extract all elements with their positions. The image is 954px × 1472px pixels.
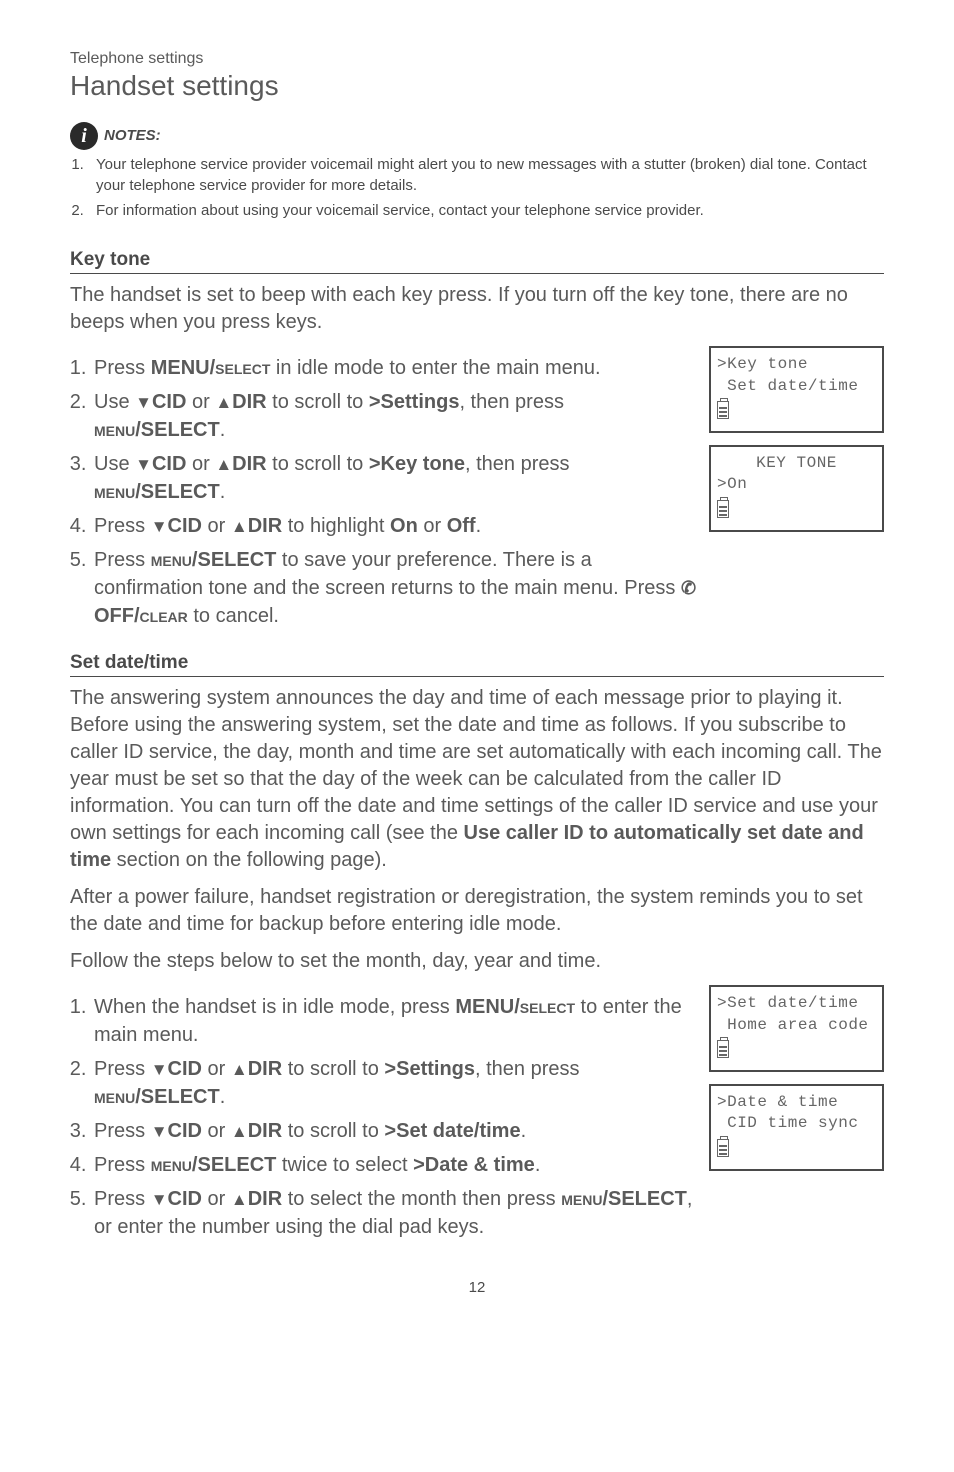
lcd-line: >On	[717, 474, 876, 496]
set-date-para1: The answering system announces the day a…	[70, 685, 884, 874]
step: Use CID or DIR to scroll to >Key tone, t…	[92, 450, 699, 506]
section-heading-set-date: Set date/time	[70, 652, 884, 677]
battery-icon	[717, 1040, 729, 1058]
battery-icon	[717, 500, 729, 518]
page-number: 12	[70, 1279, 884, 1296]
notes-label: NOTES:	[104, 127, 161, 144]
up-triangle-icon	[231, 515, 248, 537]
note-item: Your telephone service provider voicemai…	[88, 154, 884, 196]
down-triangle-icon	[151, 1188, 168, 1210]
set-date-para3: Follow the steps below to set the month,…	[70, 948, 884, 975]
lcd-line: >Date & time	[717, 1092, 876, 1114]
info-icon	[70, 122, 98, 150]
step: Press MENU/SELECT in idle mode to enter …	[92, 354, 699, 382]
notes-list: Your telephone service provider voicemai…	[70, 154, 884, 221]
battery-icon	[717, 1139, 729, 1157]
battery-icon	[717, 401, 729, 419]
step: Use CID or DIR to scroll to >Settings, t…	[92, 388, 699, 444]
step: Press MENU/SELECT twice to select >Date …	[92, 1151, 699, 1179]
set-date-steps: When the handset is in idle mode, press …	[70, 993, 699, 1241]
lcd-title: KEY TONE	[717, 453, 876, 475]
lcd-screen-date-and-time: >Date & time CID time sync	[709, 1084, 884, 1171]
step: Press CID or DIR to select the month the…	[92, 1185, 699, 1241]
down-triangle-icon	[151, 515, 168, 537]
section-heading-key-tone: Key tone	[70, 249, 884, 274]
up-triangle-icon	[215, 453, 232, 475]
down-triangle-icon	[135, 391, 152, 413]
up-triangle-icon	[231, 1058, 248, 1080]
breadcrumb: Telephone settings	[70, 50, 884, 68]
key-tone-steps: Press MENU/SELECT in idle mode to enter …	[70, 354, 699, 630]
lcd-screen-key-tone-value: KEY TONE >On	[709, 445, 884, 532]
lcd-line: >Key tone	[717, 354, 876, 376]
step: When the handset is in idle mode, press …	[92, 993, 699, 1049]
page-title: Handset settings	[70, 70, 884, 102]
note-item: For information about using your voicema…	[88, 200, 884, 221]
lcd-line: Home area code	[717, 1015, 876, 1037]
up-triangle-icon	[215, 391, 232, 413]
step: Press MENU/SELECT to save your preferenc…	[92, 546, 699, 630]
step: Press CID or DIR to scroll to >Set date/…	[92, 1117, 699, 1145]
up-triangle-icon	[231, 1188, 248, 1210]
down-triangle-icon	[151, 1120, 168, 1142]
lcd-screen-key-tone-menu: >Key tone Set date/time	[709, 346, 884, 433]
set-date-para2: After a power failure, handset registrat…	[70, 884, 884, 938]
step: Press CID or DIR to highlight On or Off.	[92, 512, 699, 540]
up-triangle-icon	[231, 1120, 248, 1142]
key-tone-intro: The handset is set to beep with each key…	[70, 282, 884, 336]
down-triangle-icon	[151, 1058, 168, 1080]
lcd-line: Set date/time	[717, 376, 876, 398]
notes-header: NOTES:	[70, 120, 884, 148]
down-triangle-icon	[135, 453, 152, 475]
phone-icon	[681, 577, 696, 599]
lcd-screen-set-date-menu: >Set date/time Home area code	[709, 985, 884, 1072]
lcd-line: CID time sync	[717, 1113, 876, 1135]
step: Press CID or DIR to scroll to >Settings,…	[92, 1055, 699, 1111]
lcd-line: >Set date/time	[717, 993, 876, 1015]
